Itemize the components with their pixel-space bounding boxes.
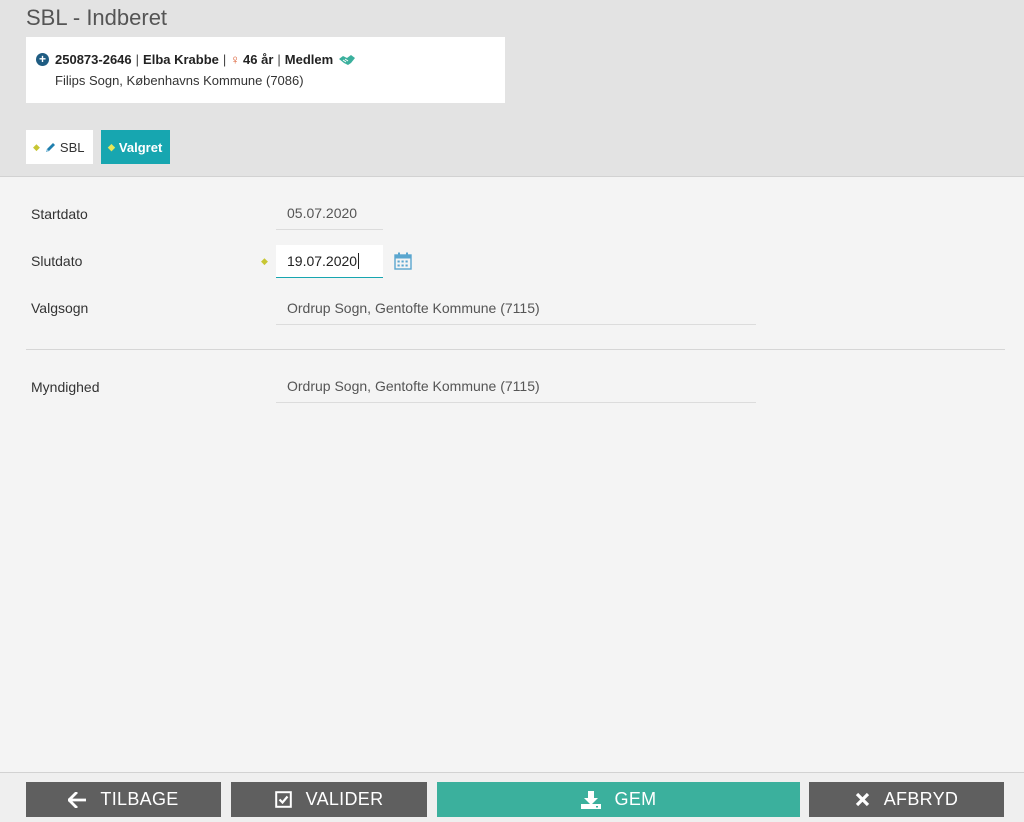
tab-valgret[interactable]: ◆ Valgret <box>101 130 170 164</box>
person-cpr: 250873-2646 <box>55 52 132 67</box>
back-button-label: TILBAGE <box>100 789 179 809</box>
valgsogn-field: Ordrup Sogn, Gentofte Kommune (7115) <box>276 292 756 325</box>
startdato-field: 05.07.2020 <box>276 197 383 230</box>
validate-button-label: VALIDER <box>305 789 384 809</box>
myndighed-label: Myndighed <box>31 379 100 395</box>
valgsogn-label: Valgsogn <box>31 300 89 316</box>
slutdato-value: 19.07.2020 <box>287 253 358 269</box>
arrow-left-icon <box>68 791 87 808</box>
person-card: + 250873-2646 | Elba Krabbe | ♀ 46 år | … <box>26 37 505 103</box>
person-parish: Filips Sogn, Københavns Kommune (7086) <box>55 73 304 88</box>
required-marker-icon: ◆ <box>33 141 40 152</box>
myndighed-field: Ordrup Sogn, Gentofte Kommune (7115) <box>276 370 756 403</box>
person-status: Medlem <box>284 52 334 67</box>
tab-sbl-label: SBL <box>59 139 85 155</box>
tab-sbl[interactable]: ◆ SBL <box>26 130 93 164</box>
checkbox-icon <box>274 791 292 808</box>
save-button-label: GEM <box>614 789 657 809</box>
cancel-button[interactable]: AFBRYD <box>809 782 1004 817</box>
calendar-icon[interactable] <box>394 252 412 275</box>
action-bar: TILBAGE VALIDER GEM AFBRYD <box>0 772 1024 822</box>
handshake-icon <box>338 54 356 66</box>
page-title: SBL - Indberet <box>26 5 168 30</box>
person-age: 46 år <box>243 52 274 67</box>
required-marker-icon: ◆ <box>261 256 268 266</box>
slutdato-label: Slutdato <box>31 253 83 269</box>
validate-button[interactable]: VALIDER <box>231 782 427 817</box>
close-icon <box>855 792 870 807</box>
valgsogn-value: Ordrup Sogn, Gentofte Kommune (7115) <box>287 300 540 316</box>
separator: | <box>277 52 281 67</box>
back-button[interactable]: TILBAGE <box>26 782 221 817</box>
startdato-label: Startdato <box>31 206 88 222</box>
text-caret <box>358 253 360 269</box>
pencil-icon <box>44 141 57 154</box>
startdato-value: 05.07.2020 <box>287 205 358 221</box>
separator: | <box>222 52 227 67</box>
female-icon: ♀ <box>230 52 241 67</box>
separator: | <box>135 52 140 67</box>
cancel-button-label: AFBRYD <box>883 789 959 809</box>
person-summary: + 250873-2646 | Elba Krabbe | ♀ 46 år | … <box>36 52 356 67</box>
divider <box>26 349 1005 350</box>
required-marker-icon: ◆ <box>108 141 115 152</box>
plus-circle-icon[interactable]: + <box>36 53 49 66</box>
myndighed-value: Ordrup Sogn, Gentofte Kommune (7115) <box>287 378 540 394</box>
person-name: Elba Krabbe <box>143 52 219 67</box>
page-header: SBL - Indberet + 250873-2646 | Elba Krab… <box>0 0 1024 177</box>
save-button[interactable]: GEM <box>437 782 800 817</box>
tab-valgret-label: Valgret <box>118 139 163 155</box>
slutdato-input[interactable]: 19.07.2020 <box>276 245 383 278</box>
download-icon <box>580 790 601 809</box>
